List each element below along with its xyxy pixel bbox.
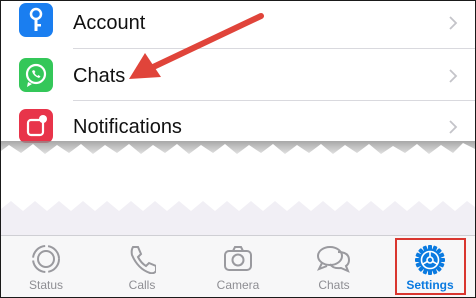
chat-bubbles-icon [316,246,351,273]
settings-item-label: Chats [73,65,126,87]
settings-item-label: Notifications [73,116,182,138]
tab-label: Calls [128,278,156,292]
camera-icon [224,246,252,271]
key-icon [19,3,53,37]
chevron-right-icon [449,120,458,134]
tab-calls[interactable]: Calls [107,236,177,297]
screenshot-frame: Account Chats Notifications Status Calls… [0,0,476,298]
annotation-highlight-box [395,238,466,295]
tab-label: Chats [318,278,350,292]
tab-label: Camera [216,278,260,292]
torn-edge-graphic [1,141,475,236]
status-icon [32,245,60,273]
tab-label: Status [28,278,64,292]
whatsapp-chat-icon [19,58,53,92]
tab-status[interactable]: Status [11,236,81,297]
chevron-right-icon [449,16,458,30]
chevron-right-icon [449,69,458,83]
tab-chats[interactable]: Chats [299,236,369,297]
annotation-arrow-icon [129,13,264,79]
tab-camera[interactable]: Camera [203,236,273,297]
phone-icon [130,246,156,274]
notification-icon [19,109,53,143]
